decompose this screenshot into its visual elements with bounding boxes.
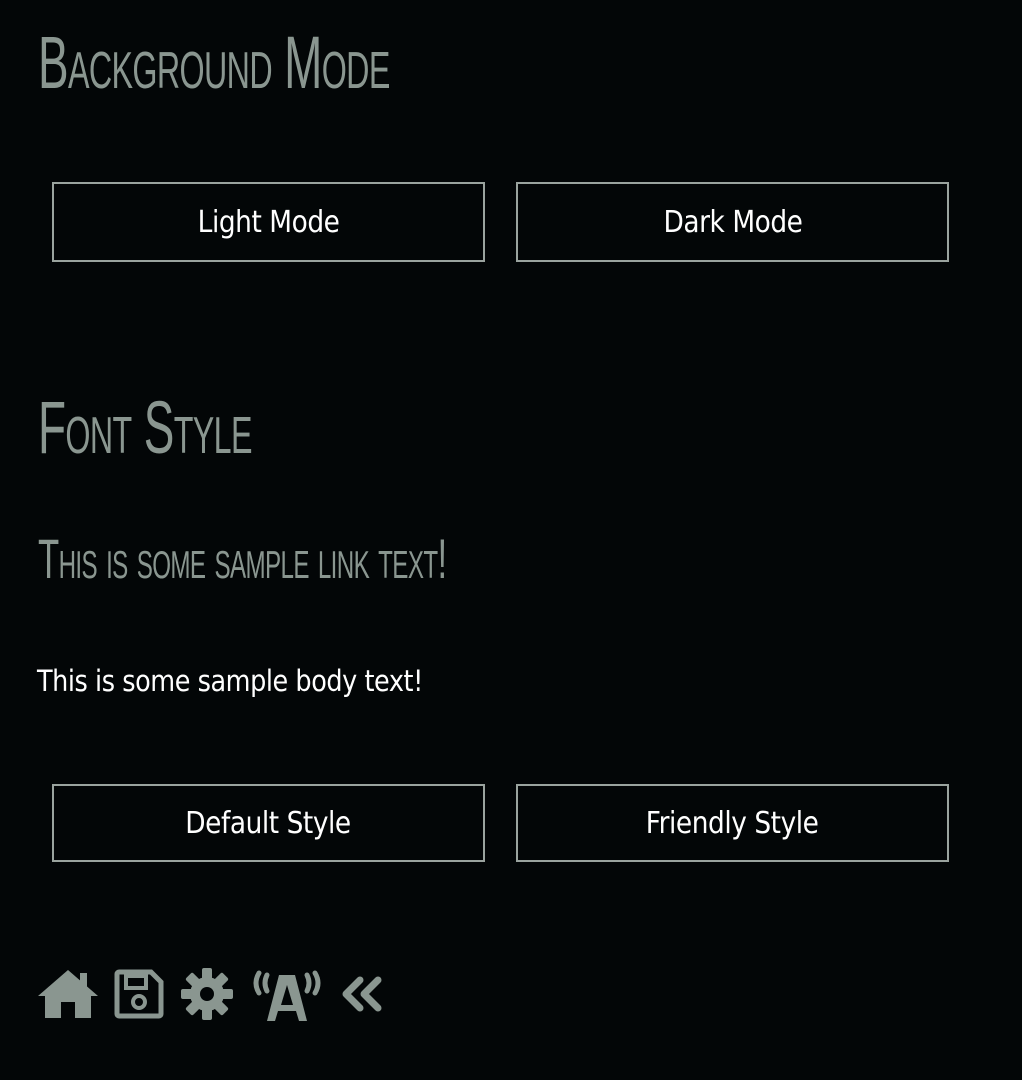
- radio-tower-icon[interactable]: [249, 965, 325, 1023]
- default-style-button-label: Default Style: [185, 805, 352, 841]
- light-mode-button[interactable]: Light Mode: [52, 182, 485, 262]
- light-mode-button-label: Light Mode: [197, 204, 340, 240]
- double-chevron-left-icon[interactable]: [338, 968, 390, 1020]
- sample-body-text: This is some sample body text!: [37, 664, 423, 698]
- gear-icon[interactable]: [178, 965, 236, 1023]
- default-style-button[interactable]: Default Style: [52, 784, 485, 862]
- sample-link-text[interactable]: This is some sample link text!: [38, 526, 447, 591]
- font-style-heading: Font Style: [38, 386, 252, 469]
- friendly-style-button[interactable]: Friendly Style: [516, 784, 949, 862]
- bottom-toolbar: [36, 964, 403, 1024]
- background-mode-heading: Background Mode: [38, 21, 390, 104]
- friendly-style-button-label: Friendly Style: [646, 805, 819, 841]
- dark-mode-button-label: Dark Mode: [662, 204, 803, 240]
- home-icon[interactable]: [36, 968, 100, 1020]
- save-icon[interactable]: [113, 968, 165, 1020]
- dark-mode-button[interactable]: Dark Mode: [516, 182, 949, 262]
